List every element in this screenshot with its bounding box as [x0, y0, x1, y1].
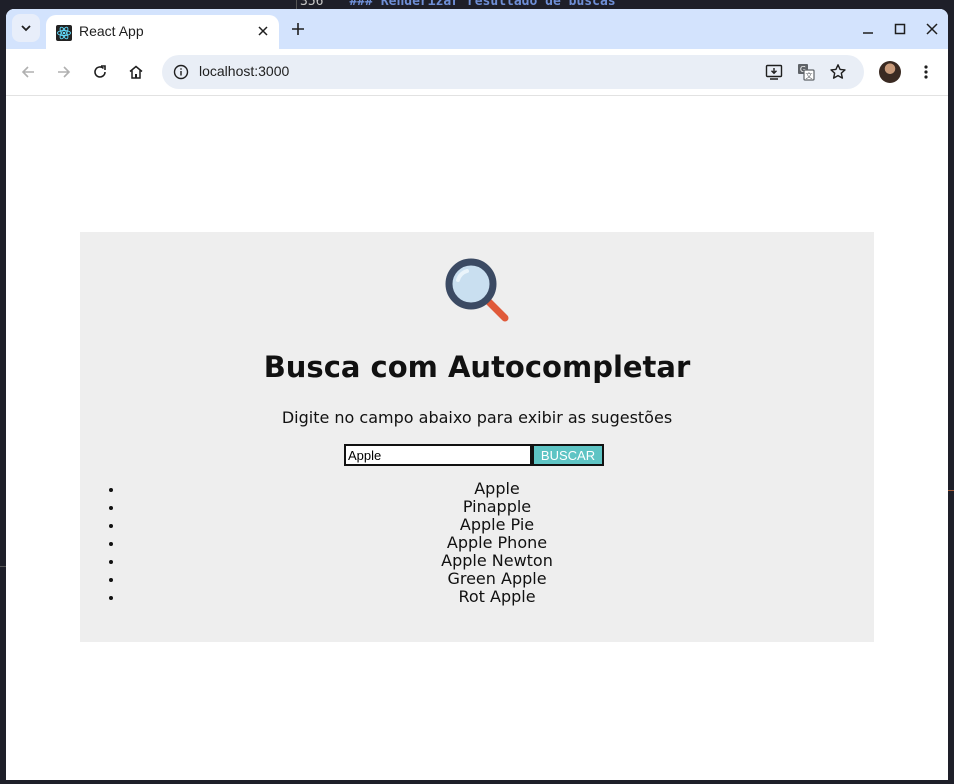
page-viewport: Busca com Autocompletar Digite no campo … [6, 96, 948, 780]
arrow-left-icon [21, 66, 34, 78]
arrow-right-icon [58, 66, 71, 78]
install-icon [765, 64, 783, 80]
page-title: Busca com Autocompletar [263, 350, 691, 384]
bookmark-button[interactable] [828, 62, 848, 82]
address-bar[interactable]: localhost:3000 G文 [162, 55, 864, 89]
plus-icon [292, 23, 304, 35]
url-text: localhost:3000 [199, 63, 290, 79]
search-form: BUSCAR [344, 444, 604, 466]
suggestion-item[interactable]: Rot Apple [124, 588, 870, 606]
search-card: Busca com Autocompletar Digite no campo … [80, 232, 874, 642]
suggestion-item[interactable]: Apple Pie [124, 516, 870, 534]
home-button[interactable] [124, 60, 148, 84]
home-icon [129, 65, 143, 79]
tab-title: React App [79, 23, 144, 39]
install-app-button[interactable] [764, 62, 784, 82]
svg-text:文: 文 [806, 71, 813, 80]
maximize-button[interactable] [890, 19, 910, 39]
browser-menu-button[interactable] [914, 60, 938, 84]
background-editor-line: 356 ### Renderizar resultado de buscas [300, 0, 700, 8]
minimize-icon [863, 32, 873, 34]
new-tab-button[interactable] [286, 17, 310, 41]
chevron-down-icon [21, 25, 31, 32]
react-logo-icon [56, 25, 72, 41]
info-icon [173, 64, 189, 80]
forward-button[interactable] [52, 60, 76, 84]
page-subtitle: Digite no campo abaixo para exibir as su… [281, 408, 673, 427]
suggestion-item[interactable]: Pinapple [124, 498, 870, 516]
reload-button[interactable] [88, 60, 112, 84]
minimize-button[interactable] [858, 19, 878, 39]
magnifying-glass-icon [445, 258, 509, 322]
more-vert-icon [924, 65, 928, 79]
suggestion-item[interactable]: Apple [124, 480, 870, 498]
profile-avatar[interactable] [879, 61, 901, 83]
translate-button[interactable]: G文 [796, 62, 816, 82]
tab-close-button[interactable] [253, 21, 273, 41]
tab-strip: React App [6, 9, 948, 49]
translate-icon: G文 [798, 64, 815, 81]
browser-toolbar: localhost:3000 G文 [6, 49, 948, 96]
maximize-icon [894, 23, 906, 35]
close-window-button[interactable] [922, 19, 942, 39]
tab-react-app[interactable]: React App [46, 15, 279, 49]
site-info-button[interactable] [172, 63, 190, 81]
suggestion-item[interactable]: Apple Newton [124, 552, 870, 570]
close-icon [926, 23, 938, 35]
reload-icon [94, 65, 106, 78]
back-button[interactable] [16, 60, 40, 84]
search-input[interactable] [344, 444, 532, 466]
suggestion-item[interactable]: Green Apple [124, 570, 870, 588]
tab-search-button[interactable] [12, 14, 40, 42]
suggestion-list: Apple Pinapple Apple Pie Apple Phone App… [124, 480, 870, 606]
close-icon [258, 26, 268, 36]
editor-line-number: 356 [300, 0, 324, 8]
background-line-right [948, 490, 954, 491]
suggestion-item[interactable]: Apple Phone [124, 534, 870, 552]
browser-window: React App localhost:3000 G 文 Busca com A… [6, 9, 948, 780]
search-button[interactable]: BUSCAR [532, 444, 604, 466]
star-icon [830, 64, 846, 79]
editor-line-text: ### Renderizar resultado de buscas [349, 0, 616, 8]
